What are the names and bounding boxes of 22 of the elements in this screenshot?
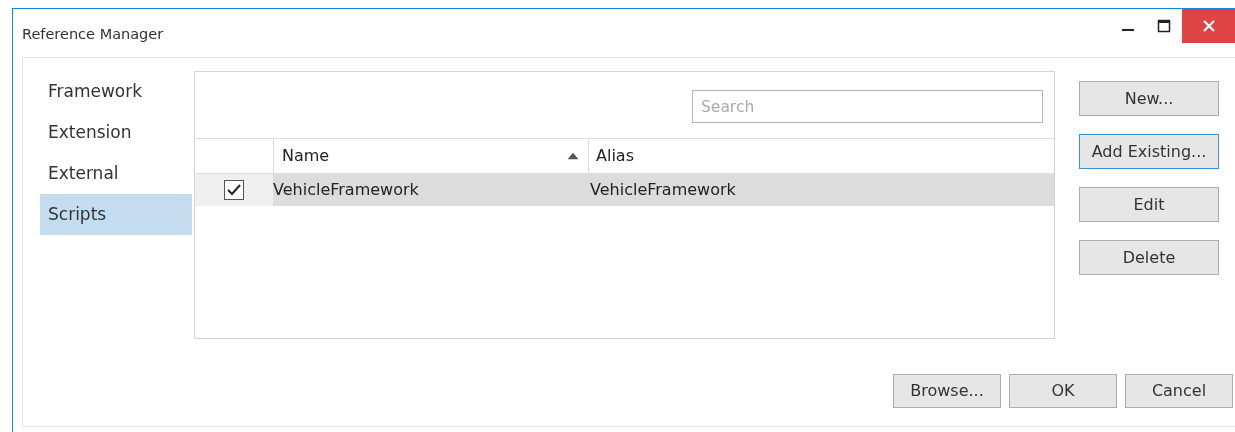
checkbox[interactable] (224, 180, 244, 200)
action-button[interactable]: Edit (1079, 187, 1219, 222)
window-title: Reference Manager (22, 25, 164, 44)
dialog-button[interactable]: OK (1009, 374, 1117, 408)
action-button[interactable]: Delete (1079, 240, 1219, 275)
sidebar-item[interactable]: External (40, 153, 192, 194)
close-icon (1201, 19, 1216, 33)
sidebar-item[interactable]: Framework (40, 71, 192, 112)
sidebar-item[interactable]: Extension (40, 112, 192, 153)
sidebar-item[interactable]: Scripts (40, 194, 192, 235)
table-cell: VehicleFramework (273, 174, 588, 206)
search-field[interactable]: Search (692, 90, 1043, 123)
action-button[interactable]: New... (1079, 81, 1219, 116)
column-header[interactable]: Name (273, 139, 588, 173)
minimize-icon (1122, 29, 1134, 31)
maximize-icon (1157, 19, 1171, 33)
dialog-button[interactable]: Cancel (1125, 374, 1233, 408)
column-header[interactable]: Alias (588, 139, 1054, 173)
close-button[interactable] (1182, 9, 1235, 43)
table-cell: VehicleFramework (588, 174, 1054, 206)
dialog-button[interactable]: Browse... (893, 374, 1001, 408)
action-button[interactable]: Add Existing... (1079, 134, 1219, 169)
